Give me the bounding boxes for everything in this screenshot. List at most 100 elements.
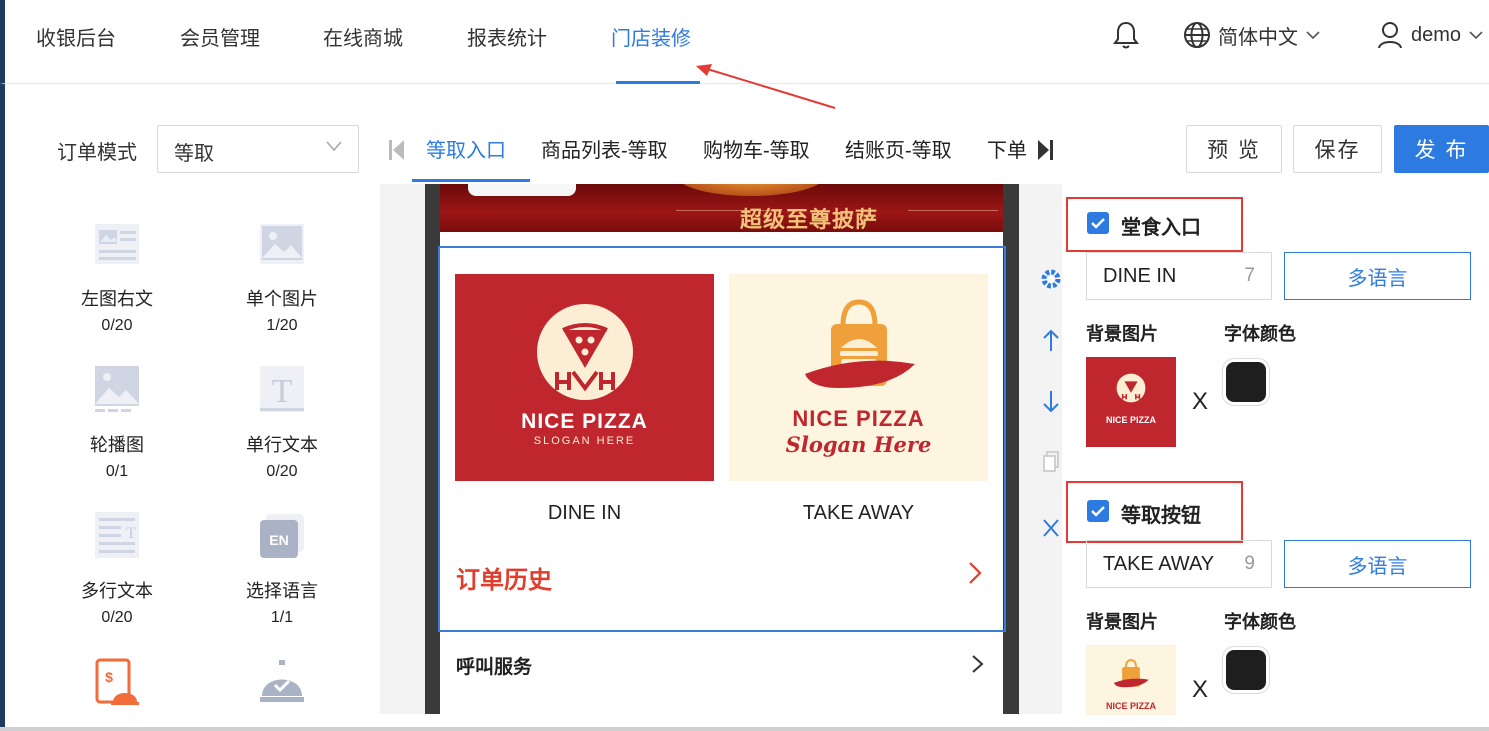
tab-active-indicator [412, 179, 530, 182]
component-select-language[interactable]: EN 选择语言 1/1 [217, 510, 347, 627]
component-count: 1/1 [270, 609, 294, 626]
language-switcher[interactable]: 简体中文 [1182, 20, 1320, 50]
component-payment[interactable]: $ [52, 656, 182, 711]
background-image-label: 背景图片 [1086, 612, 1158, 632]
component-name: 单个图片 [246, 289, 318, 309]
order-mode-value: 等取 [174, 143, 214, 165]
publish-button[interactable]: 发 布 [1394, 125, 1489, 173]
section-title: 等取按钮 [1121, 505, 1201, 527]
carousel-icon [95, 366, 139, 412]
nav-item-cashier[interactable]: 收银后台 [36, 22, 116, 51]
call-service-link[interactable]: 呼叫服务 [456, 652, 532, 679]
component-single-image[interactable]: 单个图片 1/20 [217, 218, 347, 335]
component-image-text[interactable]: 左图右文 0/20 [52, 218, 182, 335]
component-name: 选择语言 [246, 581, 318, 601]
text-icon: T [260, 366, 304, 412]
pizza-image [676, 184, 826, 196]
pizza-logo-icon [1116, 373, 1146, 403]
arrow-down-icon[interactable] [1042, 389, 1060, 413]
promo-banner[interactable]: 超级至尊披萨 [440, 184, 1003, 232]
tab-scroll-right-icon[interactable] [1036, 138, 1054, 162]
component-single-text[interactable]: T 单行文本 0/20 [217, 364, 347, 481]
component-name: 多行文本 [81, 581, 153, 601]
sidebar-edge [0, 84, 5, 731]
component-name: 左图右文 [81, 289, 153, 309]
chevron-down-icon [1306, 31, 1320, 40]
char-count: 7 [1244, 265, 1255, 286]
image-text-icon [95, 224, 139, 264]
cashier-bell-icon: $ [95, 658, 139, 705]
burger-bag-icon [1113, 659, 1149, 688]
input-value: TAKE AWAY [1103, 553, 1215, 575]
multilanguage-button[interactable]: 多语言 [1284, 540, 1471, 588]
service-bell-icon [260, 660, 304, 702]
svg-text:T: T [272, 373, 293, 410]
multiline-text-icon: T [95, 512, 139, 558]
checkbox-dine-in[interactable] [1087, 212, 1109, 234]
gear-icon[interactable] [1040, 268, 1062, 290]
close-icon[interactable] [1042, 518, 1060, 538]
nav-item-members[interactable]: 会员管理 [180, 22, 260, 51]
component-count: 0/1 [105, 463, 129, 480]
svg-text:T: T [126, 525, 136, 542]
page-tabs: 等取入口 商品列表-等取 购物车-等取 结账页-等取 下单 [380, 118, 1060, 184]
tab-checkout[interactable]: 结账页-等取 [845, 134, 952, 163]
nav-item-reports[interactable]: 报表统计 [467, 22, 547, 51]
module-tools [1036, 184, 1062, 560]
component-multiline-text[interactable]: T 多行文本 0/20 [52, 510, 182, 627]
component-carousel[interactable]: 轮播图 0/1 [52, 364, 182, 481]
remove-image-button[interactable]: X [1192, 676, 1208, 704]
dine-in-text-input[interactable]: DINE IN 7 [1086, 252, 1272, 300]
chevron-down-icon [326, 141, 342, 152]
font-color-label: 字体颜色 [1224, 324, 1296, 344]
check-icon [1091, 218, 1105, 229]
multilanguage-button[interactable]: 多语言 [1284, 252, 1471, 300]
chevron-down-icon [1469, 31, 1483, 40]
app-window: 收银后台 会员管理 在线商城 报表统计 门店装修 简体中文 demo 订单模式 … [0, 0, 1489, 731]
font-color-label: 字体颜色 [1224, 612, 1296, 632]
thumb-text: NICE PIZZA [1105, 701, 1156, 711]
svg-text:EN: EN [269, 532, 288, 548]
check-icon [1091, 506, 1105, 517]
save-button[interactable]: 保存 [1293, 125, 1382, 173]
nav-item-online-mall[interactable]: 在线商城 [323, 22, 403, 51]
order-mode-label: 订单模式 [57, 142, 137, 164]
tab-cart[interactable]: 购物车-等取 [703, 134, 810, 163]
section-title: 堂食入口 [1121, 217, 1201, 239]
tab-pickup-entrance[interactable]: 等取入口 [426, 134, 506, 163]
background-image-thumb[interactable]: NICE PIZZA [1086, 645, 1176, 715]
char-count: 9 [1244, 553, 1255, 574]
image-icon [260, 224, 304, 264]
component-count: 0/20 [101, 317, 133, 334]
tab-scroll-left-icon[interactable] [388, 138, 406, 162]
globe-icon [1184, 22, 1210, 48]
background-image-label: 背景图片 [1086, 324, 1158, 344]
arrow-up-icon[interactable] [1042, 329, 1060, 353]
background-image-thumb[interactable]: NICE PIZZA [1086, 357, 1176, 447]
component-count: 0/20 [101, 609, 133, 626]
font-color-swatch[interactable] [1226, 362, 1266, 402]
copy-icon[interactable] [1042, 450, 1060, 474]
component-count: 1/20 [266, 317, 298, 334]
tab-place-order[interactable]: 下单 [987, 134, 1033, 163]
nav-item-store-decoration[interactable]: 门店装修 [611, 22, 691, 51]
banner-badge [468, 184, 576, 196]
order-mode-select[interactable]: 等取 [157, 125, 359, 173]
bell-icon [1113, 21, 1139, 49]
remove-image-button[interactable]: X [1192, 388, 1208, 416]
component-service-bell[interactable] [217, 656, 347, 711]
user-menu[interactable]: demo [1377, 20, 1483, 50]
take-away-text-input[interactable]: TAKE AWAY 9 [1086, 540, 1272, 588]
component-count: 0/20 [266, 463, 298, 480]
chevron-right-icon [972, 655, 984, 673]
checkbox-take-away[interactable] [1087, 500, 1109, 522]
banner-title: 超级至尊披萨 [740, 207, 879, 232]
notification-bell[interactable] [1113, 20, 1139, 50]
nav-active-indicator [616, 81, 700, 84]
selected-module-outline [438, 246, 1006, 632]
preview-button[interactable]: 预 览 [1186, 125, 1282, 173]
tab-product-list[interactable]: 商品列表-等取 [541, 134, 668, 163]
thumb-text: NICE PIZZA [1105, 415, 1156, 425]
annotation-arrow [696, 64, 836, 109]
font-color-swatch[interactable] [1226, 650, 1266, 690]
